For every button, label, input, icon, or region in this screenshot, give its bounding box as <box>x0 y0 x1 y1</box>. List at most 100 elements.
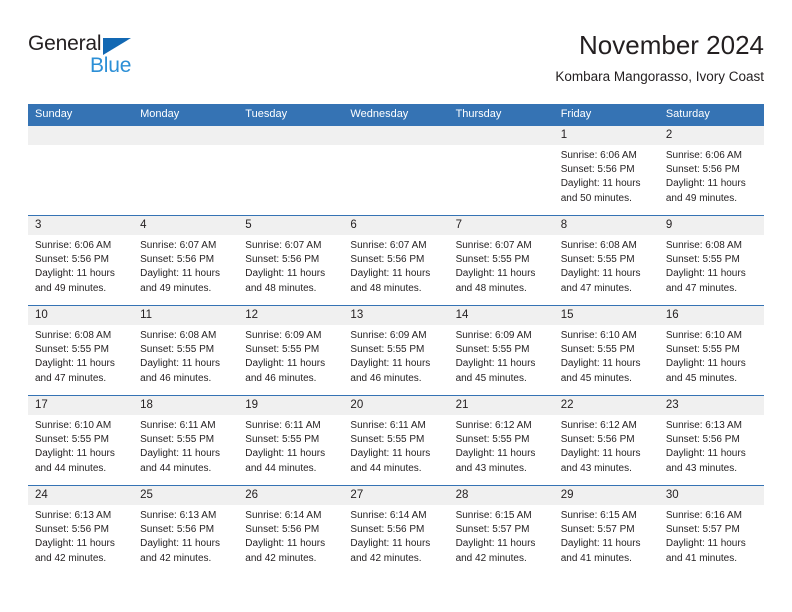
daylight-text-line2: and 47 minutes. <box>665 282 738 294</box>
day-number <box>238 126 344 145</box>
calendar-day-cell[interactable]: 23 Sunrise: 6:13 AM Sunset: 5:56 PM Dayligh… <box>658 395 764 485</box>
calendar-day-cell[interactable]: 20 Sunrise: 6:11 AM Sunset: 5:55 PM Dayligh… <box>343 395 449 485</box>
day-details: Sunrise: 6:13 AM Sunset: 5:56 PM Daylight:… <box>28 505 133 566</box>
daylight-text-line2: and 43 minutes. <box>560 462 632 474</box>
calendar-day-cell[interactable]: 2 Sunrise: 6:06 AM Sunset: 5:56 PM Daylight… <box>658 125 764 215</box>
calendar-day-cell[interactable]: 24 Sunrise: 6:13 AM Sunset: 5:56 PM Dayligh… <box>28 485 134 575</box>
sunset-text: Sunset: 5:55 PM <box>455 434 530 446</box>
day-details: Sunrise: 6:11 AM Sunset: 5:55 PM Daylight:… <box>238 415 343 476</box>
sunset-text: Sunset: 5:55 PM <box>455 344 530 356</box>
day-number: 15 <box>553 306 659 325</box>
daylight-text-line2: and 45 minutes. <box>455 372 527 384</box>
sunrise-text: Sunrise: 6:11 AM <box>140 420 216 431</box>
day-details: Sunrise: 6:07 AM Sunset: 5:55 PM Daylight:… <box>449 235 554 296</box>
calendar-day-cell[interactable]: 22 Sunrise: 6:12 AM Sunset: 5:56 PM Dayligh… <box>553 395 659 485</box>
sunset-text: Sunset: 5:55 PM <box>140 344 215 356</box>
calendar-day-cell[interactable]: 1 Sunrise: 6:06 AM Sunset: 5:56 PM Daylight… <box>553 125 659 215</box>
day-details: Sunrise: 6:15 AM Sunset: 5:57 PM Daylight:… <box>554 505 659 566</box>
sunrise-text: Sunrise: 6:07 AM <box>455 240 532 251</box>
calendar-day-cell[interactable]: 28 Sunrise: 6:15 AM Sunset: 5:57 PM Dayligh… <box>448 485 554 575</box>
sunrise-text: Sunrise: 6:09 AM <box>245 330 322 341</box>
calendar-day-cell[interactable]: 4 Sunrise: 6:07 AM Sunset: 5:56 PM Daylight… <box>133 215 239 305</box>
sunrise-text: Sunrise: 6:15 AM <box>455 510 532 521</box>
calendar-grid: Sunday Monday Tuesday Wednesday Thursday… <box>28 104 764 575</box>
calendar-day-cell[interactable]: 10 Sunrise: 6:08 AM Sunset: 5:55 PM Dayligh… <box>28 305 134 395</box>
daylight-text-line2: and 48 minutes. <box>455 282 527 294</box>
daylight-text-line1: Daylight: 11 hours <box>455 268 536 280</box>
sunset-text: Sunset: 5:55 PM <box>665 344 740 356</box>
calendar-day-cell[interactable]: 30 Sunrise: 6:16 AM Sunset: 5:57 PM Dayligh… <box>658 485 764 575</box>
calendar-day-cell[interactable]: 7 Sunrise: 6:07 AM Sunset: 5:55 PM Daylight… <box>448 215 554 305</box>
daylight-text-line2: and 48 minutes. <box>245 282 317 294</box>
day-number: 21 <box>448 396 554 415</box>
daylight-text-line1: Daylight: 11 hours <box>245 358 326 370</box>
day-number: 17 <box>28 396 134 415</box>
daylight-text-line2: and 45 minutes. <box>560 372 632 384</box>
daylight-text-line1: Daylight: 11 hours <box>665 448 746 460</box>
calendar-day-cell[interactable]: 13 Sunrise: 6:09 AM Sunset: 5:55 PM Dayligh… <box>343 305 449 395</box>
calendar-week-row: 17 Sunrise: 6:10 AM Sunset: 5:55 PM Dayligh… <box>28 395 764 485</box>
calendar-day-cell-empty <box>238 125 344 215</box>
daylight-text-line2: and 43 minutes. <box>665 462 738 474</box>
weekday-header-sunday: Sunday <box>35 108 73 120</box>
calendar-day-cell[interactable]: 12 Sunrise: 6:09 AM Sunset: 5:55 PM Dayligh… <box>238 305 344 395</box>
daylight-text-line1: Daylight: 11 hours <box>560 268 641 280</box>
day-number: 28 <box>448 486 554 505</box>
calendar-day-cell[interactable]: 25 Sunrise: 6:13 AM Sunset: 5:56 PM Dayligh… <box>133 485 239 575</box>
calendar-week-row: 3 Sunrise: 6:06 AM Sunset: 5:56 PM Daylight… <box>28 215 764 305</box>
calendar-day-cell[interactable]: 18 Sunrise: 6:11 AM Sunset: 5:55 PM Dayligh… <box>133 395 239 485</box>
day-number: 27 <box>343 486 449 505</box>
calendar-day-cell[interactable]: 17 Sunrise: 6:10 AM Sunset: 5:55 PM Dayligh… <box>28 395 134 485</box>
calendar-day-cell[interactable]: 16 Sunrise: 6:10 AM Sunset: 5:55 PM Dayligh… <box>658 305 764 395</box>
calendar-day-cell[interactable]: 19 Sunrise: 6:11 AM Sunset: 5:55 PM Dayligh… <box>238 395 344 485</box>
sunrise-text: Sunrise: 6:07 AM <box>350 240 427 251</box>
daylight-text-line1: Daylight: 11 hours <box>665 538 746 550</box>
daylight-text-line2: and 50 minutes. <box>560 192 632 204</box>
day-details: Sunrise: 6:07 AM Sunset: 5:56 PM Daylight:… <box>343 235 448 296</box>
calendar-day-cell[interactable]: 21 Sunrise: 6:12 AM Sunset: 5:55 PM Dayligh… <box>448 395 554 485</box>
calendar-day-cell[interactable]: 29 Sunrise: 6:15 AM Sunset: 5:57 PM Dayligh… <box>553 485 659 575</box>
sunset-text: Sunset: 5:55 PM <box>665 254 740 266</box>
daylight-text-line1: Daylight: 11 hours <box>350 358 431 370</box>
calendar-day-cell[interactable]: 8 Sunrise: 6:08 AM Sunset: 5:55 PM Daylight… <box>553 215 659 305</box>
day-number <box>133 126 239 145</box>
day-details: Sunrise: 6:07 AM Sunset: 5:56 PM Daylight:… <box>238 235 343 296</box>
day-details: Sunrise: 6:08 AM Sunset: 5:55 PM Daylight:… <box>659 235 764 296</box>
day-number <box>448 126 554 145</box>
day-number: 7 <box>448 216 554 235</box>
sunset-text: Sunset: 5:55 PM <box>140 434 215 446</box>
title-block: November 2024 Kombara Mangorasso, Ivory … <box>555 28 764 88</box>
daylight-text-line1: Daylight: 11 hours <box>455 358 536 370</box>
sunrise-text: Sunrise: 6:06 AM <box>560 150 637 161</box>
day-number: 24 <box>28 486 134 505</box>
sunrise-text: Sunrise: 6:06 AM <box>35 240 112 251</box>
daylight-text-line1: Daylight: 11 hours <box>560 358 641 370</box>
calendar-day-cell[interactable]: 3 Sunrise: 6:06 AM Sunset: 5:56 PM Daylight… <box>28 215 134 305</box>
day-number: 10 <box>28 306 134 325</box>
day-number: 2 <box>658 126 764 145</box>
calendar-day-cell[interactable]: 6 Sunrise: 6:07 AM Sunset: 5:56 PM Daylight… <box>343 215 449 305</box>
generalblue-logo[interactable]: General Blue <box>28 32 238 88</box>
calendar-day-cell[interactable]: 26 Sunrise: 6:14 AM Sunset: 5:56 PM Dayligh… <box>238 485 344 575</box>
sunset-text: Sunset: 5:56 PM <box>350 254 425 266</box>
sunrise-text: Sunrise: 6:12 AM <box>455 420 532 431</box>
day-number: 4 <box>133 216 239 235</box>
daylight-text-line2: and 46 minutes. <box>140 372 212 384</box>
calendar-day-cell[interactable]: 15 Sunrise: 6:10 AM Sunset: 5:55 PM Dayligh… <box>553 305 659 395</box>
sunrise-text: Sunrise: 6:16 AM <box>665 510 742 521</box>
page-subtitle: Kombara Mangorasso, Ivory Coast <box>555 69 764 84</box>
sunset-text: Sunset: 5:56 PM <box>35 524 109 536</box>
calendar-day-cell[interactable]: 27 Sunrise: 6:14 AM Sunset: 5:56 PM Dayligh… <box>343 485 449 575</box>
sunset-text: Sunset: 5:55 PM <box>350 434 425 446</box>
weekday-header-friday: Friday <box>560 108 592 120</box>
calendar-day-cell[interactable]: 9 Sunrise: 6:08 AM Sunset: 5:55 PM Daylight… <box>658 215 764 305</box>
sunrise-text: Sunrise: 6:10 AM <box>560 330 637 341</box>
calendar-day-cell[interactable]: 14 Sunrise: 6:09 AM Sunset: 5:55 PM Dayligh… <box>448 305 554 395</box>
day-number: 1 <box>553 126 659 145</box>
day-details: Sunrise: 6:16 AM Sunset: 5:57 PM Daylight:… <box>659 505 764 566</box>
calendar-week-row: 1 Sunrise: 6:06 AM Sunset: 5:56 PM Daylight… <box>28 125 764 215</box>
calendar-day-cell[interactable]: 5 Sunrise: 6:07 AM Sunset: 5:56 PM Daylight… <box>238 215 344 305</box>
calendar-weeks: 1 Sunrise: 6:06 AM Sunset: 5:56 PM Daylight… <box>28 125 764 575</box>
calendar-day-cell[interactable]: 11 Sunrise: 6:08 AM Sunset: 5:55 PM Dayligh… <box>133 305 239 395</box>
sunrise-text: Sunrise: 6:07 AM <box>140 240 217 251</box>
